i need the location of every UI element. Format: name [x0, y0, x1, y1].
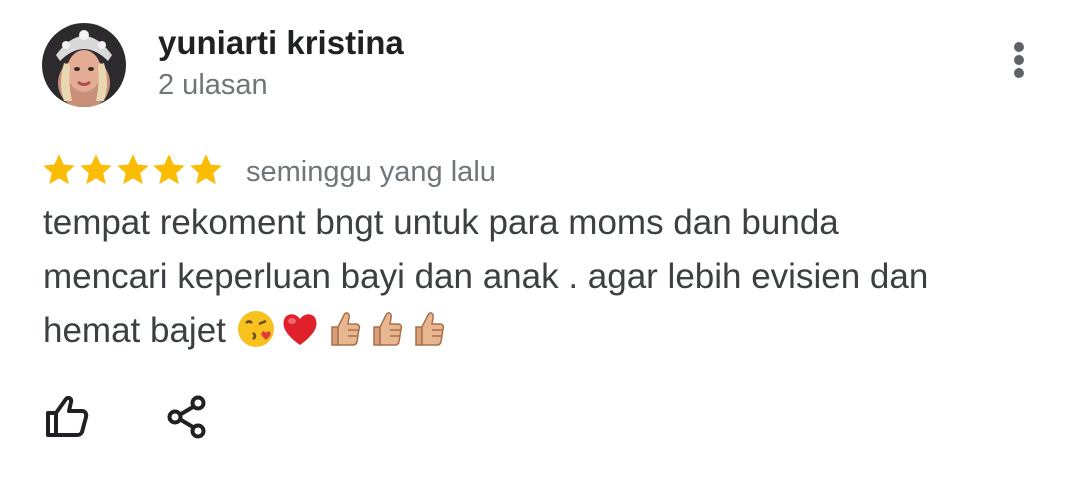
emoji-row [236, 309, 450, 349]
star-icon [116, 154, 149, 185]
more-options-button[interactable] [1000, 38, 1038, 82]
review-text-line: mencari keperluan bayi dan anak . agar l… [43, 257, 929, 296]
star-icon [80, 154, 112, 185]
star-rating [41, 152, 225, 192]
star-icon [153, 154, 186, 185]
review-text-line: tempat rekoment bngt untuk para moms dan… [43, 203, 839, 242]
thumbs-up-icon [415, 312, 445, 346]
more-vertical-icon-dot [1014, 68, 1024, 78]
share-button[interactable] [164, 393, 210, 441]
review-count: 2 ulasan [158, 69, 268, 101]
thumbs-up-icon [373, 312, 403, 346]
thumbs-up-icon [331, 312, 361, 346]
thumbs-up-outline-icon [46, 396, 89, 437]
reviewer-name[interactable]: yuniarti kristina [158, 24, 404, 62]
avatar[interactable] [42, 23, 126, 107]
like-button[interactable] [40, 393, 92, 441]
review-text-line-content: hemat bajet [43, 311, 226, 350]
star-icon [190, 154, 222, 185]
more-vertical-icon-dot [1014, 55, 1024, 65]
more-vertical-icon [1014, 42, 1024, 52]
share-icon [167, 395, 206, 439]
review-text: tempat rekoment bngt untuk para moms dan… [43, 196, 1033, 358]
star-icon [43, 154, 75, 185]
face-blowing-kiss-icon [237, 311, 274, 347]
review-time: seminggu yang lalu [246, 156, 496, 188]
avatar-photo [42, 23, 126, 107]
review-text-line: hemat bajet [43, 304, 1033, 358]
red-heart-icon [283, 314, 317, 345]
